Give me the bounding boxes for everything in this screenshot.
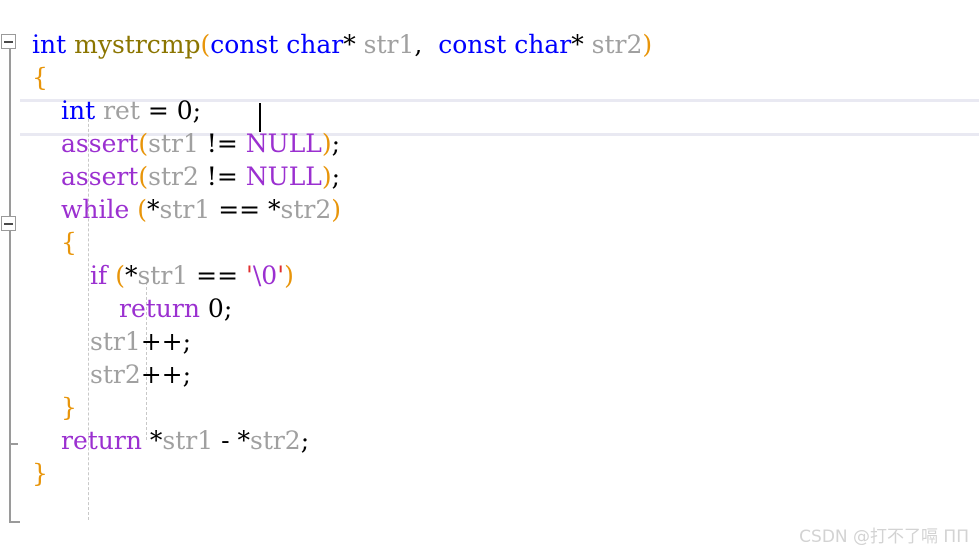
code-token-identifier: str1 (90, 327, 141, 356)
code-token-identifier: str2 (148, 162, 199, 191)
code-token-operator: = (139, 96, 177, 125)
code-line[interactable]: assert(str1 != NULL); (61, 127, 340, 160)
code-token-operator: ; (331, 162, 341, 191)
code-token-keyword: const (438, 30, 507, 59)
code-token-bracket: ( (138, 129, 149, 158)
code-token-identifier: str1 (159, 195, 211, 224)
code-token-bracket: } (32, 459, 48, 488)
code-token-function_name: mystrcmp (74, 30, 201, 59)
csdn-watermark: CSDN @打不了嗝 ПΠ (799, 527, 969, 547)
code-line[interactable]: return 0; (119, 292, 232, 325)
code-token-bracket: ) (642, 30, 653, 59)
code-token-operator: ; (331, 129, 341, 158)
code-token-escape_sequence: \0 (252, 261, 278, 290)
code-text-layer[interactable]: int mystrcmp(const char* str1, const cha… (0, 0, 979, 555)
code-token-identifier: str2 (591, 30, 643, 59)
code-token-bracket: } (61, 393, 77, 422)
code-token-keyword: char (514, 30, 572, 59)
code-token-operator: ; (300, 426, 310, 455)
code-token-operator: == (210, 195, 269, 224)
code-token-operator: * (149, 426, 163, 455)
code-token-operator: ; (192, 96, 202, 125)
code-token-operator: * (268, 195, 281, 224)
code-token-operator: * (571, 30, 584, 59)
text-caret (259, 103, 261, 132)
code-token-operator: * (343, 30, 356, 59)
code-token-number: 0 (176, 96, 193, 125)
code-token-bracket: { (61, 228, 77, 257)
code-token-macro_control: return (61, 426, 142, 455)
code-token-keyword: int (32, 30, 67, 59)
code-token-bracket: ( (200, 30, 211, 59)
code-token-identifier: ret (103, 96, 140, 125)
code-token-macro_control: return (119, 294, 200, 323)
code-token-identifier: str1 (162, 426, 214, 455)
code-token-bracket: ( (137, 195, 148, 224)
code-line[interactable]: } (61, 391, 77, 424)
code-token-operator: ; (223, 294, 233, 323)
code-token-bracket: ) (331, 195, 342, 224)
code-token-operator: * (237, 426, 250, 455)
code-token-bracket: ) (284, 261, 294, 290)
code-line[interactable]: int mystrcmp(const char* str1, const cha… (32, 28, 652, 61)
code-token-operator: * (147, 195, 160, 224)
code-token-identifier: str2 (280, 195, 332, 224)
code-token-operator: != (198, 129, 246, 158)
code-token-bracket: ) (321, 129, 332, 158)
code-token-macro_control: while (61, 195, 130, 224)
code-token-operator: ++; (140, 360, 192, 389)
code-token-bracket: ) (321, 162, 332, 191)
code-token-macro_control: NULL (245, 129, 322, 158)
code-token-identifier: str1 (363, 30, 415, 59)
code-token-macro_control: assert (61, 129, 139, 158)
code-line[interactable]: while (*str1 == *str2) (61, 193, 341, 226)
code-token-bracket: ( (115, 261, 125, 290)
code-token-macro_control: NULL (245, 162, 322, 191)
code-token-macro_control: assert (61, 162, 139, 191)
code-token-keyword: int (61, 96, 96, 125)
code-token-identifier: str2 (249, 426, 301, 455)
code-token-string_quote: ' (246, 261, 253, 290)
code-line[interactable]: return *str1 - *str2; (61, 424, 309, 457)
code-token-operator: - (213, 426, 238, 455)
code-token-keyword: char (286, 30, 344, 59)
code-token-operator: != (198, 162, 246, 191)
code-token-bracket: { (32, 63, 48, 92)
code-line[interactable]: str2++; (90, 358, 191, 391)
code-token-operator: == (188, 261, 246, 290)
code-line[interactable]: { (32, 61, 48, 94)
code-line[interactable]: if (*str1 == '\0') (90, 259, 294, 292)
code-token-operator: ++; (140, 327, 192, 356)
code-token-macro_control: if (90, 261, 108, 290)
code-token-identifier: str1 (137, 261, 189, 290)
code-token-identifier: str2 (90, 360, 141, 389)
code-line[interactable]: assert(str2 != NULL); (61, 160, 340, 193)
code-line[interactable]: } (32, 457, 48, 490)
code-token-number: 0 (207, 294, 224, 323)
code-token-operator: * (124, 261, 138, 290)
code-editor[interactable]: int mystrcmp(const char* str1, const cha… (0, 0, 979, 555)
code-line[interactable]: { (61, 226, 77, 259)
code-line[interactable]: str1++; (90, 325, 191, 358)
code-token-identifier: str1 (148, 129, 199, 158)
code-token-keyword: const (210, 30, 279, 59)
code-token-bracket: ( (138, 162, 149, 191)
code-line[interactable]: int ret = 0; (61, 94, 201, 127)
